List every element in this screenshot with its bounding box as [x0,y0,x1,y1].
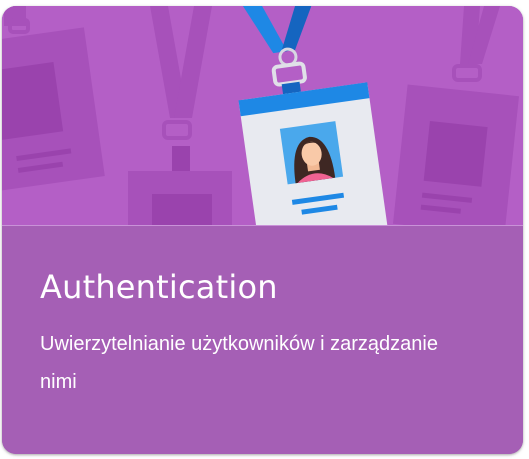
hero-illustration [2,6,523,226]
card-title: Authentication [40,268,278,306]
card-content: Authentication Uwierzytelnianie użytkown… [2,226,523,454]
person-avatar-icon [279,121,344,185]
card-description: Uwierzytelnianie użytkowników i zarządza… [40,333,438,393]
authentication-card[interactable]: Authentication Uwierzytelnianie użytkown… [2,6,523,454]
